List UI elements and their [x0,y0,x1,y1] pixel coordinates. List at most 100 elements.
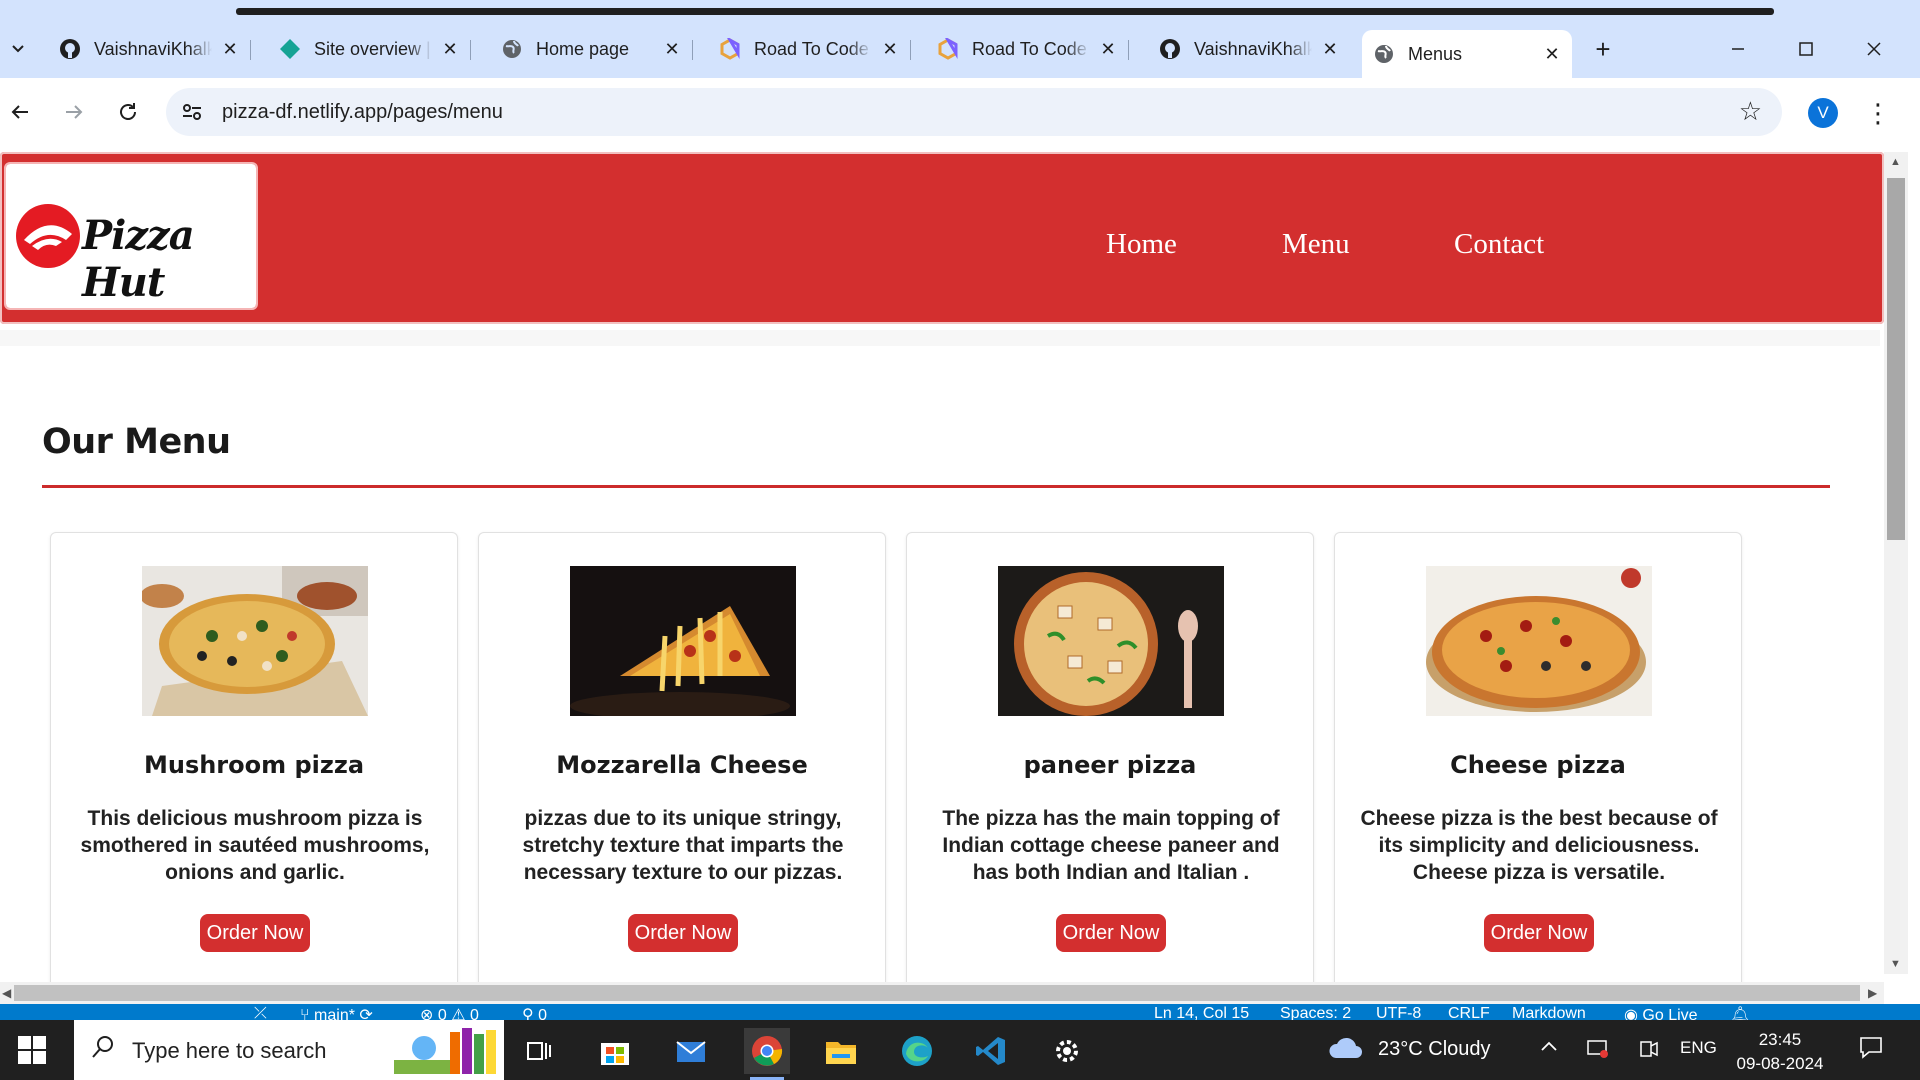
network-display-icon[interactable] [1586,1038,1610,1066]
nav-home[interactable]: Home [1106,228,1177,261]
tab-close-icon[interactable]: ✕ [440,39,460,59]
windows-taskbar: Type here to search 23°C Cloudy ENG 23:4… [0,1020,1920,1080]
scroll-left-arrow-icon[interactable]: ◀ [2,986,11,1000]
tab-title: Site overview | pizza [314,38,432,59]
clock[interactable]: 23:45 09-08-2024 [1730,1028,1830,1076]
tab-3[interactable]: Road To Code ✕ [708,30,911,68]
address-bar[interactable]: pizza-df.netlify.app/pages/menu ☆ [166,88,1782,136]
site-header: Pizza Hut Home Menu Contact [0,152,1884,324]
new-tab-plus-icon[interactable]: + [1588,34,1618,64]
task-view-icon[interactable] [516,1028,562,1074]
tab-close-icon[interactable]: ✕ [1320,39,1340,59]
roadtocode-icon [936,37,960,61]
notifications-icon[interactable] [1858,1034,1884,1067]
menu-card-cheese: Cheese pizza Cheese pizza is the best be… [1334,532,1742,1004]
menu-card-paneer: paneer pizza The pizza has the main topp… [906,532,1314,1004]
tab-close-icon[interactable]: ✕ [880,39,900,59]
minimize-icon[interactable] [1718,30,1758,68]
order-now-button[interactable]: Order Now [1484,914,1594,952]
item-description: This delicious mushroom pizza is smother… [80,807,430,884]
tab-5[interactable]: VaishnaviKhalkar ✕ [1148,30,1350,68]
tab-strip: VaishnaviKhalkar ✕ Site overview | pizza… [0,0,1920,78]
page-viewport: Pizza Hut Home Menu Contact Our Menu Mus… [0,146,1920,1004]
vertical-scroll-thumb[interactable] [1887,178,1905,540]
profile-avatar[interactable]: V [1808,98,1838,128]
item-name: Mushroom pizza [143,751,365,779]
taskbar-search[interactable]: Type here to search [74,1020,504,1080]
clock-date: 09-08-2024 [1736,1054,1824,1073]
input-language[interactable]: ENG [1680,1038,1717,1058]
mushroom-pizza-image [142,566,368,716]
more-menu-icon[interactable]: ⋮ [1865,96,1891,130]
browser-toolbar: pizza-df.netlify.app/pages/menu ☆ V ⋮ [0,78,1920,146]
item-description: Cheese pizza is the best because of its … [1360,807,1718,884]
mozzarella-cheese-image [570,566,796,716]
globe-icon [1372,42,1396,66]
bookmark-star-icon[interactable]: ☆ [1739,96,1762,127]
paneer-pizza-image [998,566,1224,716]
url-text[interactable]: pizza-df.netlify.app/pages/menu [222,101,503,124]
nav-menu[interactable]: Menu [1282,228,1350,261]
tab-title: Home page [536,38,630,59]
search-highlight-books-icon [392,1026,504,1076]
horizontal-scrollbar[interactable]: ◀ ▶ [0,982,1884,1004]
tab-0[interactable]: VaishnaviKhalkar ✕ [48,30,251,68]
file-explorer-icon[interactable] [818,1028,864,1074]
tab-title: Road To Code [754,38,869,59]
tab-title: Road To Code [972,38,1087,59]
weather-cloud-icon[interactable] [1326,1034,1366,1068]
globe-icon [500,37,524,61]
tab-search-chevron-icon[interactable] [4,34,32,62]
tab-strip-top-bar [236,8,1774,15]
order-now-button[interactable]: Order Now [200,914,310,952]
clock-time: 23:45 [1758,1030,1802,1049]
search-placeholder: Type here to search [132,1038,327,1063]
tab-2[interactable]: Home page ✕ [490,30,693,68]
vertical-scrollbar[interactable]: ▲ ▼ [1884,152,1908,974]
chrome-icon[interactable] [744,1028,790,1080]
item-description: pizzas due to its unique stringy, stretc… [522,807,844,884]
logo[interactable]: Pizza Hut [4,162,258,310]
tab-close-icon[interactable]: ✕ [1542,44,1562,64]
forward-arrow-icon[interactable] [54,92,94,132]
site-settings-icon[interactable] [178,98,206,126]
horizontal-scroll-thumb[interactable] [14,985,1860,1001]
back-arrow-icon[interactable] [0,92,40,132]
mail-icon[interactable] [668,1028,714,1074]
tab-1[interactable]: Site overview | pizza ✕ [268,30,471,68]
vscode-icon[interactable] [968,1028,1014,1074]
settings-gear-icon[interactable] [1044,1028,1090,1074]
page-title: Our Menu [42,422,231,462]
tab-close-icon[interactable]: ✕ [220,39,240,59]
weather-text[interactable]: 23°C Cloudy [1378,1038,1491,1061]
menu-card-mozzarella: Mozzarella Cheese pizzas due to its uniq… [478,532,886,1004]
tab-6-active[interactable]: Menus ✕ [1362,30,1572,78]
title-divider [42,485,1830,488]
reload-icon[interactable] [108,92,148,132]
meet-now-icon[interactable] [1638,1038,1660,1066]
tab-close-icon[interactable]: ✕ [1098,39,1118,59]
tab-4[interactable]: Road To Code ✕ [926,30,1129,68]
microsoft-store-icon[interactable] [592,1028,638,1074]
scroll-up-arrow-icon[interactable]: ▲ [1890,156,1902,168]
logo-text: Pizza Hut [82,212,195,306]
maximize-icon[interactable] [1786,30,1826,68]
github-icon [1158,37,1182,61]
item-name: paneer pizza [1023,751,1197,779]
search-icon [90,1034,116,1067]
order-now-button[interactable]: Order Now [628,914,738,952]
nav-contact[interactable]: Contact [1454,228,1544,261]
roadtocode-icon [718,37,742,61]
header-shadow-band [0,330,1880,346]
scroll-right-arrow-icon[interactable]: ▶ [1868,986,1877,1000]
close-window-icon[interactable] [1854,30,1894,68]
windows-start-icon[interactable] [18,1036,46,1064]
scroll-down-arrow-icon[interactable]: ▼ [1890,958,1902,970]
tray-chevron-up-icon[interactable] [1540,1038,1558,1062]
item-name: Cheese pizza [1450,751,1626,779]
github-icon [58,37,82,61]
edge-icon[interactable] [894,1028,940,1074]
menu-card-mushroom: Mushroom pizza This delicious mushroom p… [50,532,458,1004]
order-now-button[interactable]: Order Now [1056,914,1166,952]
tab-close-icon[interactable]: ✕ [662,39,682,59]
